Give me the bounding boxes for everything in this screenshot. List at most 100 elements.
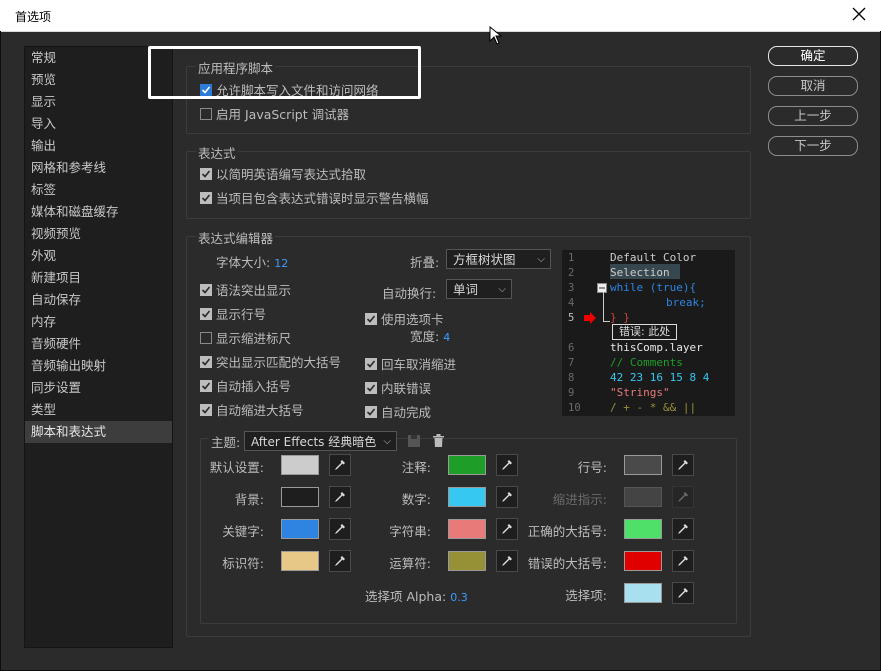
eyedropper-icon[interactable]: [496, 454, 518, 476]
enable-debugger-checkbox[interactable]: 启用 JavaScript 调试器: [200, 104, 349, 123]
prev-button[interactable]: 上一步: [768, 106, 858, 126]
checkbox-unchecked-icon: [200, 331, 212, 344]
eyedropper-icon[interactable]: [672, 454, 694, 476]
eyedropper-icon[interactable]: [672, 582, 694, 604]
expressions-group: [186, 151, 751, 219]
trash-icon[interactable]: [432, 434, 445, 448]
code-line: } }: [610, 311, 630, 324]
next-button[interactable]: 下一步: [768, 136, 858, 156]
number-color-swatch[interactable]: [448, 487, 486, 507]
auto-indent-checkbox[interactable]: 自动缩进大括号: [200, 400, 304, 419]
auto-insert-checkbox[interactable]: 自动插入括号: [200, 376, 291, 395]
sidebar-item[interactable]: 脚本和表达式: [25, 421, 172, 443]
correct-brace-color-swatch[interactable]: [624, 519, 662, 539]
eyedropper-icon[interactable]: [672, 550, 694, 572]
wrap-select[interactable]: 单词 ⌵: [446, 279, 512, 299]
ok-button[interactable]: 确定: [768, 46, 858, 66]
font-size-value[interactable]: 12: [274, 257, 288, 270]
eyedropper-icon[interactable]: [672, 518, 694, 540]
autocomplete-checkbox[interactable]: 自动完成: [365, 402, 431, 421]
pick-english-checkbox[interactable]: 以简明英语编写表达式拾取: [200, 164, 366, 183]
checkbox-checked-icon: [365, 357, 377, 370]
sidebar-item[interactable]: 内存: [25, 311, 172, 333]
sidebar-item[interactable]: 外观: [25, 245, 172, 267]
background-color-swatch[interactable]: [281, 487, 319, 507]
preferences-sidebar: 常规 预览 显示 导入 输出 网格和参考线 标签 媒体和磁盘缓存 视频预览 外观 新建项目 自动保存内…: [24, 46, 173, 648]
default-color-swatch[interactable]: [281, 455, 319, 475]
match-brackets-label: 突出显示匹配的大括号: [216, 355, 342, 370]
eyedropper-icon[interactable]: [496, 518, 518, 540]
syntax-checkbox[interactable]: 语法突出显示: [200, 280, 291, 299]
inline-errors-checkbox[interactable]: 内联错误: [365, 378, 431, 397]
checkbox-checked-icon: [200, 379, 212, 392]
background-color-label: 背景:: [234, 492, 264, 507]
sidebar-item[interactable]: 同步设置: [25, 377, 172, 399]
checkbox-checked-icon: [200, 283, 212, 296]
pick-english-label: 以简明英语编写表达式拾取: [216, 167, 367, 182]
indent-guides-checkbox[interactable]: 显示缩进标尺: [200, 328, 291, 347]
fold-select[interactable]: 方框树状图 ⌵: [446, 249, 551, 269]
wrong-brace-color-swatch[interactable]: [624, 551, 662, 571]
selection-color-swatch[interactable]: [624, 583, 662, 603]
window-title: 首选项: [15, 10, 52, 24]
inline-errors-label: 内联错误: [381, 381, 432, 396]
line-number-color-swatch[interactable]: [624, 455, 662, 475]
sidebar-item[interactable]: 媒体和磁盘缓存: [25, 201, 172, 223]
eyedropper-icon[interactable]: [672, 486, 694, 508]
fold-box-icon[interactable]: [597, 283, 607, 293]
correct-brace-color-label: 正确的大括号:: [527, 524, 607, 539]
checkbox-checked-icon: [365, 312, 377, 325]
theme-select[interactable]: After Effects 经典暗色 ⌵: [244, 431, 397, 451]
sidebar-item[interactable]: 自动保存: [25, 289, 172, 311]
eyedropper-icon[interactable]: [329, 550, 351, 572]
sidebar-item[interactable]: 视频预览: [25, 223, 172, 245]
line-numbers-checkbox[interactable]: 显示行号: [200, 304, 266, 323]
indent-guide-color-swatch[interactable]: [624, 487, 662, 507]
fold-line: [603, 292, 604, 322]
string-color-swatch[interactable]: [448, 519, 486, 539]
line-number: 6: [568, 342, 575, 354]
cancel-button[interactable]: 取消: [768, 76, 858, 96]
keyword-color-swatch[interactable]: [281, 519, 319, 539]
checkbox-checked-icon: [200, 307, 212, 320]
line-number-color-label: 行号:: [577, 460, 607, 475]
sidebar-item[interactable]: 输出: [25, 135, 172, 157]
code-line: thisComp.layer: [610, 341, 703, 354]
inline-error-badge: 错误: 此处: [612, 324, 678, 340]
code-line: while (true){: [610, 281, 697, 294]
eyedropper-icon[interactable]: [496, 486, 518, 508]
operator-color-swatch[interactable]: [448, 551, 486, 571]
code-line: "Strings": [610, 386, 670, 399]
code-line: Default Color: [610, 251, 697, 264]
eyedropper-icon[interactable]: [329, 486, 351, 508]
show-warning-checkbox[interactable]: 当项目包含表达式错误时显示警告横幅: [200, 188, 429, 207]
identifier-color-label: 标识符:: [222, 556, 264, 571]
eyedropper-icon[interactable]: [329, 518, 351, 540]
selection-alpha-value[interactable]: 0.3: [450, 591, 468, 604]
mouse-cursor-icon: [489, 26, 503, 45]
return-unindent-checkbox[interactable]: 回车取消缩进: [365, 354, 456, 373]
line-number: 2: [568, 267, 575, 279]
close-icon[interactable]: [851, 6, 867, 22]
title-bar: 首选项: [0, 0, 881, 32]
sidebar-item[interactable]: 标签: [25, 179, 172, 201]
eyedropper-icon[interactable]: [329, 454, 351, 476]
editor-title: 表达式编辑器: [196, 228, 276, 247]
line-number: 5: [568, 312, 575, 324]
line-number: 9: [568, 387, 575, 399]
sidebar-item[interactable]: 网格和参考线: [25, 157, 172, 179]
width-value[interactable]: 4: [443, 331, 450, 344]
sidebar-item[interactable]: 音频输出映射: [25, 355, 172, 377]
chevron-down-icon: ⌵: [498, 284, 506, 295]
chevron-down-icon: ⌵: [537, 254, 545, 265]
sidebar-item[interactable]: 类型: [25, 399, 172, 421]
save-theme-icon[interactable]: [407, 434, 421, 448]
fold-value: 方框树状图: [453, 252, 516, 267]
sidebar-item[interactable]: 导入: [25, 113, 172, 135]
match-brackets-checkbox[interactable]: 突出显示匹配的大括号: [200, 352, 341, 371]
identifier-color-swatch[interactable]: [281, 551, 319, 571]
sidebar-item[interactable]: 音频硬件: [25, 333, 172, 355]
eyedropper-icon[interactable]: [496, 550, 518, 572]
sidebar-item[interactable]: 新建项目: [25, 267, 172, 289]
comment-color-swatch[interactable]: [448, 455, 486, 475]
